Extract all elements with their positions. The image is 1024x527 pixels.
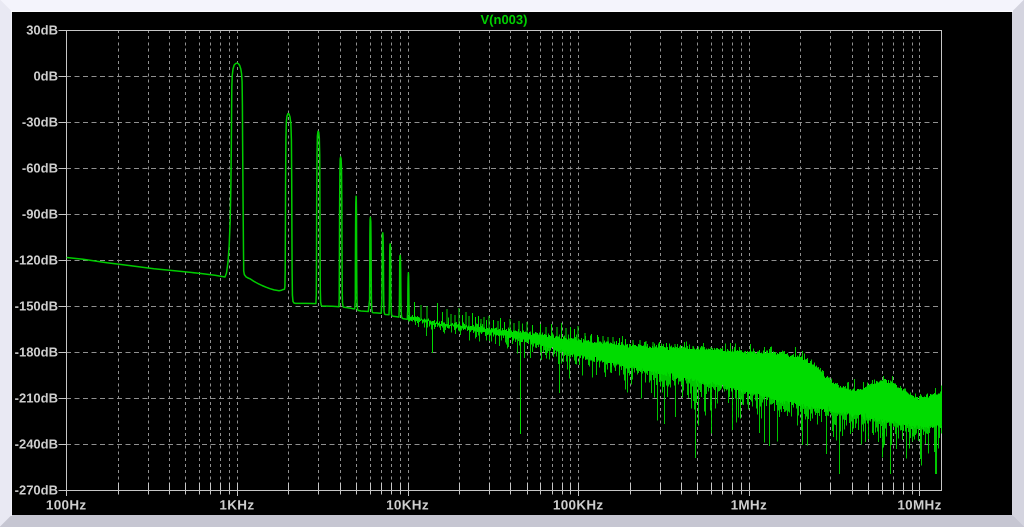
svg-text:-210dB: -210dB — [15, 391, 58, 406]
svg-text:-180dB: -180dB — [15, 345, 58, 360]
svg-text:0dB: 0dB — [33, 69, 58, 84]
svg-text:V(n003): V(n003) — [481, 12, 528, 27]
svg-text:100Hz: 100Hz — [46, 498, 87, 513]
svg-text:-270dB: -270dB — [15, 483, 58, 498]
svg-text:10KHz: 10KHz — [386, 498, 429, 513]
svg-text:1MHz: 1MHz — [731, 498, 767, 513]
svg-text:1KHz: 1KHz — [219, 498, 254, 513]
svg-text:-60dB: -60dB — [22, 161, 58, 176]
svg-text:-150dB: -150dB — [15, 299, 58, 314]
svg-text:10MHz: 10MHz — [897, 498, 941, 513]
svg-text:-120dB: -120dB — [15, 253, 58, 268]
svg-text:-30dB: -30dB — [22, 115, 58, 130]
svg-text:100KHz: 100KHz — [553, 498, 604, 513]
svg-text:30dB: 30dB — [26, 23, 58, 38]
svg-text:-240dB: -240dB — [15, 437, 58, 452]
svg-text:-90dB: -90dB — [22, 207, 58, 222]
